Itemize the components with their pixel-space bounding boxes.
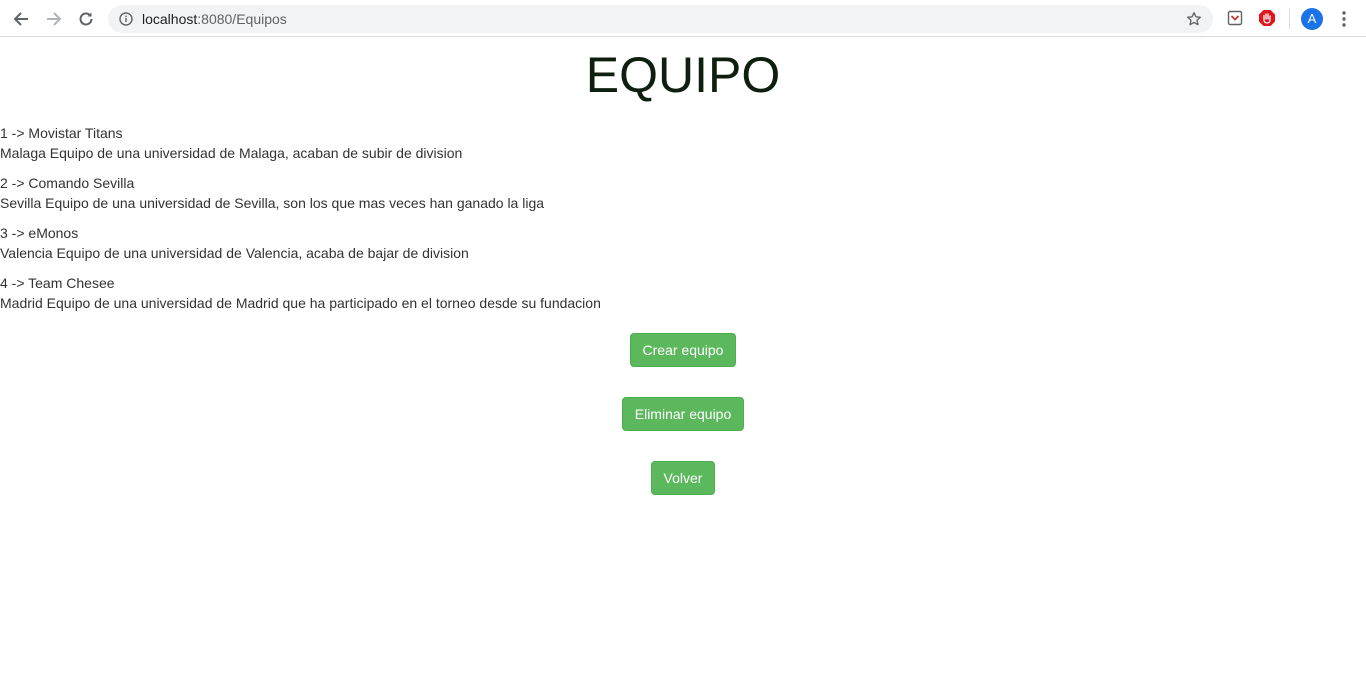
team-heading: 3 -> eMonos [0, 225, 79, 241]
actions: Crear equipo Eliminar equipo Volver [0, 333, 1366, 495]
create-team-button[interactable]: Crear equipo [629, 333, 737, 367]
browser-toolbar: localhost:8080/Equipos A [0, 0, 1366, 37]
back-row: Volver [0, 461, 1366, 495]
list-item: 3 -> eMonos Valencia Equipo de una unive… [0, 223, 1366, 263]
team-list: 1 -> Movistar Titans Malaga Equipo de un… [0, 123, 1366, 313]
toolbar-divider [1289, 9, 1290, 29]
url-text[interactable]: localhost:8080/Equipos [142, 11, 287, 27]
pocket-icon[interactable] [1226, 9, 1244, 27]
back-page-button[interactable]: Volver [650, 461, 716, 495]
team-heading: 2 -> Comando Sevilla [0, 175, 135, 191]
team-heading: 4 -> Team Chesee [0, 275, 115, 291]
delete-team-button[interactable]: Eliminar equipo [621, 397, 745, 431]
back-arrow-icon [13, 12, 28, 26]
info-icon[interactable] [118, 11, 134, 27]
page-title: EQUIPO [585, 47, 781, 103]
reload-icon [79, 12, 93, 26]
profile-avatar[interactable]: A [1301, 8, 1323, 30]
team-heading: 1 -> Movistar Titans [0, 125, 123, 141]
team-description: Malaga Equipo de una universidad de Mala… [0, 145, 463, 161]
back-button[interactable] [8, 6, 34, 32]
url-path: :8080/Equipos [197, 11, 287, 27]
list-item: 4 -> Team Chesee Madrid Equipo de una un… [0, 273, 1366, 313]
list-item: 2 -> Comando Sevilla Sevilla Equipo de u… [0, 173, 1366, 213]
bookmark-star-icon[interactable] [1185, 10, 1203, 28]
kebab-menu-icon[interactable] [1334, 8, 1354, 30]
forward-button[interactable] [41, 6, 67, 32]
adblock-icon[interactable] [1258, 9, 1276, 27]
url-host: localhost [142, 11, 198, 27]
list-item: 1 -> Movistar Titans Malaga Equipo de un… [0, 123, 1366, 163]
reload-button[interactable] [73, 6, 99, 32]
forward-arrow-icon [47, 12, 62, 26]
delete-row: Eliminar equipo [0, 397, 1366, 431]
create-row: Crear equipo [0, 333, 1366, 367]
team-description: Sevilla Equipo de una universidad de Sev… [0, 195, 545, 211]
address-bar[interactable]: localhost:8080/Equipos [108, 5, 1213, 33]
team-description: Madrid Equipo de una universidad de Madr… [0, 295, 601, 311]
team-description: Valencia Equipo de una universidad de Va… [0, 245, 469, 261]
